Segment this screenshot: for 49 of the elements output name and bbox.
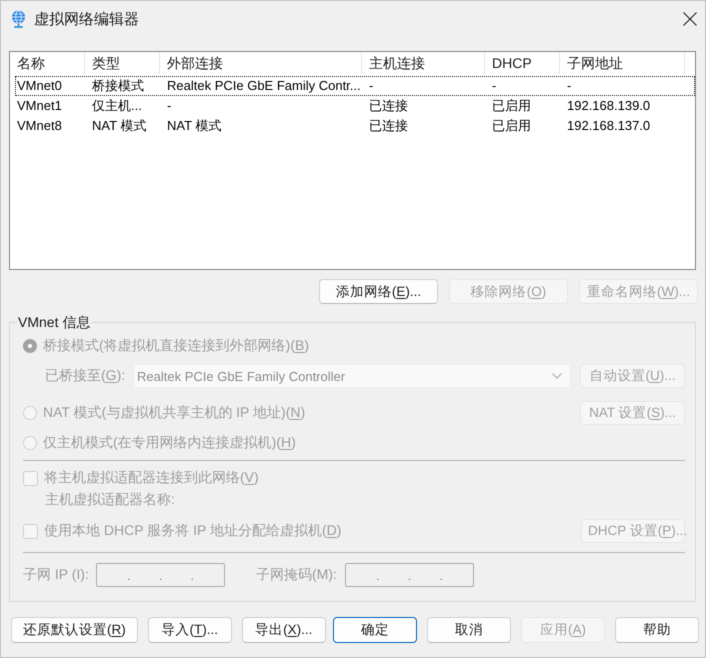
table-cell-text: VMnet8 (16, 117, 63, 135)
chevron-down-icon (552, 373, 562, 379)
adapter-name-label: 主机虚拟适配器名称: (45, 491, 175, 509)
table-cell-text: Realtek PCIe GbE Family Contr... (166, 77, 362, 95)
dialog-button[interactable]: 还原默认设置(R) (11, 617, 138, 643)
close-icon (683, 12, 697, 26)
checkbox-label: 将主机虚拟适配器连接到此网络(V) (44, 469, 259, 487)
close-button[interactable] (683, 12, 697, 26)
dialog-button[interactable]: 确定 (333, 617, 417, 643)
table-cell-text: - (166, 97, 172, 115)
table-cell-text: VMnet1 (16, 97, 63, 115)
subnet-mask-label: 子网掩码(M): (256, 566, 338, 584)
column-header[interactable]: 类型 (85, 52, 160, 74)
column-header[interactable]: 子网地址 (560, 52, 685, 74)
column-header[interactable]: DHCP (485, 52, 560, 74)
table-cell-text: NAT 模式 (91, 117, 148, 135)
table-cell-text: 192.168.139.0 (566, 97, 652, 115)
column-header[interactable]: 名称 (10, 52, 85, 74)
table-cell-text: 192.168.137.0 (566, 117, 652, 135)
dialog-button[interactable]: 取消 (427, 617, 511, 643)
table-cell-text: 已启用 (491, 117, 532, 135)
table-cell-text: 已启用 (491, 97, 532, 115)
table-cell-text: VMnet0 (16, 77, 63, 95)
radio-label: 仅主机模式(在专用网络内连接虚拟机)(H) (43, 434, 296, 452)
table-cell-text: 已连接 (368, 97, 409, 115)
column-header[interactable]: 外部连接 (160, 52, 362, 74)
dialog-button[interactable]: 帮助 (615, 617, 699, 643)
table-cell-text: 仅主机... (91, 97, 143, 115)
table-cell-text: 桥接模式 (91, 77, 145, 95)
column-header[interactable]: 主机连接 (362, 52, 485, 74)
subnet-ip-label: 子网 IP (I): (23, 566, 90, 584)
table-cell-text: - (491, 77, 498, 95)
table-cell-text: - (368, 77, 374, 95)
network-button[interactable]: 添加网络(E)... (319, 279, 438, 304)
window-title: 虚拟网络编辑器 (34, 10, 139, 28)
table-row[interactable]: VMnet0 桥接模式 Realtek PCIe GbE Family Contr... - - - (15, 76, 695, 96)
table-cell-text: - (566, 77, 572, 95)
table-cell-text: 已连接 (368, 117, 409, 135)
table-row[interactable]: VMnet8 NAT 模式 NAT 模式 已连接 已启用 192.168.137.0 (15, 116, 695, 136)
radio-label: 桥接模式(将虚拟机直接连接到外部网络)(B) (43, 337, 310, 355)
radio-label: NAT 模式(与虚拟机共享主机的 IP 地址)(N) (43, 404, 306, 422)
table-cell-text: NAT 模式 (166, 117, 222, 135)
group-title: VMnet 信息 (17, 314, 92, 330)
dialog-button[interactable]: 导出(X)... (242, 617, 326, 643)
globe-icon (10, 10, 27, 28)
dialog-button[interactable]: 导入(T)... (148, 617, 232, 643)
bridged-to-label: 已桥接至(G): (45, 367, 126, 385)
table-row[interactable]: VMnet1 仅主机... - 已连接 已启用 192.168.139.0 (15, 96, 695, 116)
checkbox-label: 使用本地 DHCP 服务将 IP 地址分配给虚拟机(D) (44, 522, 342, 540)
